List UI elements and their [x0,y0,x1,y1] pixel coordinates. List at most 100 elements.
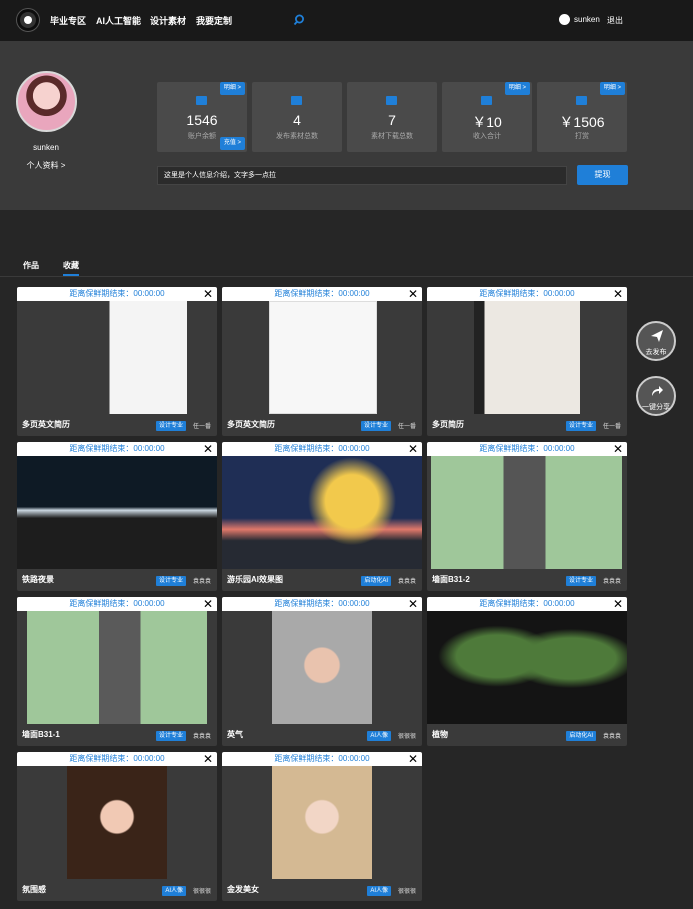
share-button[interactable]: 一键分享 [636,376,676,416]
close-icon[interactable]: ✕ [408,442,418,456]
nav-item-graduation[interactable]: 毕业专区 [50,14,86,27]
freshness-timer: 距离保鲜期结束：00:00:00 [222,287,422,301]
card[interactable]: 距离保鲜期结束：00:00:00 ✕ 多页英文简历 设计专业 任一番 [222,287,422,436]
thumbnail[interactable] [269,301,377,414]
card-tag: 设计专业 [155,576,186,586]
close-icon[interactable]: ✕ [203,752,213,766]
close-icon[interactable]: ✕ [408,752,418,766]
card-author: 袁袁袁 [192,579,211,585]
stat-value: ￥1506 [559,114,605,130]
card[interactable]: 距离保鲜期结束：00:00:00 ✕ 金发美女 AI人像 很很很 [222,752,422,901]
close-icon[interactable]: ✕ [408,597,418,611]
card-tag: 启动化AI [361,576,391,586]
card-author: 袁袁袁 [397,579,416,585]
close-icon[interactable]: ✕ [613,442,623,456]
thumbnail[interactable] [27,611,207,724]
freshness-timer: 距离保鲜期结束：00:00:00 [17,597,217,611]
logout-link[interactable]: 退出 [607,15,623,26]
thumbnail[interactable] [17,456,217,569]
send-icon [651,330,663,342]
card[interactable]: 距离保鲜期结束：00:00:00 ✕ 植物 启动化AI 袁袁袁 [427,597,627,746]
nav-item-design-assets[interactable]: 设计素材 [150,14,186,27]
recharge-button[interactable]: 充值 > [219,137,245,150]
freshness-timer: 距离保鲜期结束：00:00:00 [222,597,422,611]
publish-button[interactable]: 去发布 [636,321,676,361]
freshness-timer: 距离保鲜期结束：00:00:00 [427,442,627,456]
card[interactable]: 距离保鲜期结束：00:00:00 ✕ 氛围感 AI人像 很很很 [17,752,217,901]
thumbnail[interactable] [427,611,627,724]
stat-label: 素材下载总数 [371,133,413,140]
card[interactable]: 距离保鲜期结束：00:00:00 ✕ 多页英文简历 设计专业 任一番 [17,287,217,436]
freshness-timer: 距离保鲜期结束：00:00:00 [17,752,217,766]
withdraw-button[interactable]: 提现 [577,165,628,185]
profile-intro[interactable]: 这里是个人信息介绍，文字多一点拉 [157,166,567,185]
card-tag: AI人像 [162,886,186,896]
withdraw-label: 提现 [594,170,611,179]
card-author: 任一番 [602,424,621,430]
profile-link[interactable]: 个人资料 > [0,160,92,171]
tab-works[interactable]: 作品 [23,260,39,271]
user-name[interactable]: sunken [574,15,600,24]
profile-panel: sunken 个人资料 > 明细 > 1546 账户余额 充值 > 4 发布素材… [0,41,693,210]
thumbnail[interactable] [474,301,580,414]
card[interactable]: 距离保鲜期结束：00:00:00 ✕ 铁路夜景 设计专业 袁袁袁 [17,442,217,591]
nav-item-custom[interactable]: 我要定制 [196,14,232,27]
close-icon[interactable]: ✕ [613,287,623,301]
stat-tips: 明细 > ￥1506 打赏 [537,82,627,152]
avatar[interactable] [16,71,77,132]
stat-value: 1546 [186,112,218,128]
card-tag: 设计专业 [360,421,391,431]
wallet-icon [196,96,207,105]
card[interactable]: 距离保鲜期结束：00:00:00 ✕ 游乐园AI效果图 启动化AI 袁袁袁 [222,442,422,591]
card-author: 袁袁袁 [192,734,211,740]
close-icon[interactable]: ✕ [203,597,213,611]
card-title: 金发美女 [227,885,259,894]
stat-value: 7 [388,112,396,128]
close-icon[interactable]: ✕ [613,597,623,611]
card[interactable]: 距离保鲜期结束：00:00:00 ✕ 墙面B31-1 设计专业 袁袁袁 [17,597,217,746]
freshness-timer: 距离保鲜期结束：00:00:00 [427,597,627,611]
publish-label: 去发布 [645,349,667,356]
freshness-timer: 距离保鲜期结束：00:00:00 [222,442,422,456]
thumbnail[interactable] [272,766,372,879]
share-icon [652,386,663,396]
detail-button[interactable]: 明细 > [504,82,530,95]
profile-name: sunken [33,143,59,152]
nav-item-ai[interactable]: AI人工智能 [96,14,141,27]
card[interactable]: 距离保鲜期结束：00:00:00 ✕ 英气 AI人像 很很很 [222,597,422,746]
wallet-icon [386,96,397,105]
stat-label: 打赏 [575,133,589,140]
card-title: 墙面B31-1 [22,730,60,739]
stat-value: ￥10 [472,114,502,130]
close-icon[interactable]: ✕ [408,287,418,301]
card-title: 铁路夜景 [22,575,54,584]
user-icon [559,14,570,25]
card-tag: 设计专业 [565,421,596,431]
card-tag: 启动化AI [566,731,596,741]
detail-button[interactable]: 明细 > [219,82,245,95]
card[interactable]: 距离保鲜期结束：00:00:00 ✕ 多页简历 设计专业 任一番 [427,287,627,436]
thumbnail[interactable] [431,456,622,569]
card-title: 植物 [432,730,448,739]
tab-favorites[interactable]: 收藏 [63,260,79,276]
freshness-timer: 距离保鲜期结束：00:00:00 [222,752,422,766]
close-icon[interactable]: ✕ [203,287,213,301]
card-author: 很很很 [192,889,211,895]
card-title: 氛围感 [22,885,46,894]
card-tag: AI人像 [367,731,391,741]
card-tag: 设计专业 [155,421,186,431]
thumbnail[interactable] [62,301,187,414]
thumbnail[interactable] [222,456,422,569]
thumbnail[interactable] [67,766,167,879]
close-icon[interactable]: ✕ [203,442,213,456]
card-tag: AI人像 [367,886,391,896]
top-navbar: 毕业专区 AI人工智能 设计素材 我要定制 sunken 退出 [0,0,693,41]
search-icon[interactable] [293,14,305,26]
card[interactable]: 距离保鲜期结束：00:00:00 ✕ 墙面B31-2 设计专业 袁袁袁 [427,442,627,591]
thumbnail[interactable] [272,611,372,724]
tabs-divider [0,276,693,277]
card-title: 游乐园AI效果图 [227,575,283,584]
stat-published: 4 发布素材总数 [252,82,342,152]
logo-icon[interactable] [17,9,39,31]
detail-button[interactable]: 明细 > [599,82,625,95]
